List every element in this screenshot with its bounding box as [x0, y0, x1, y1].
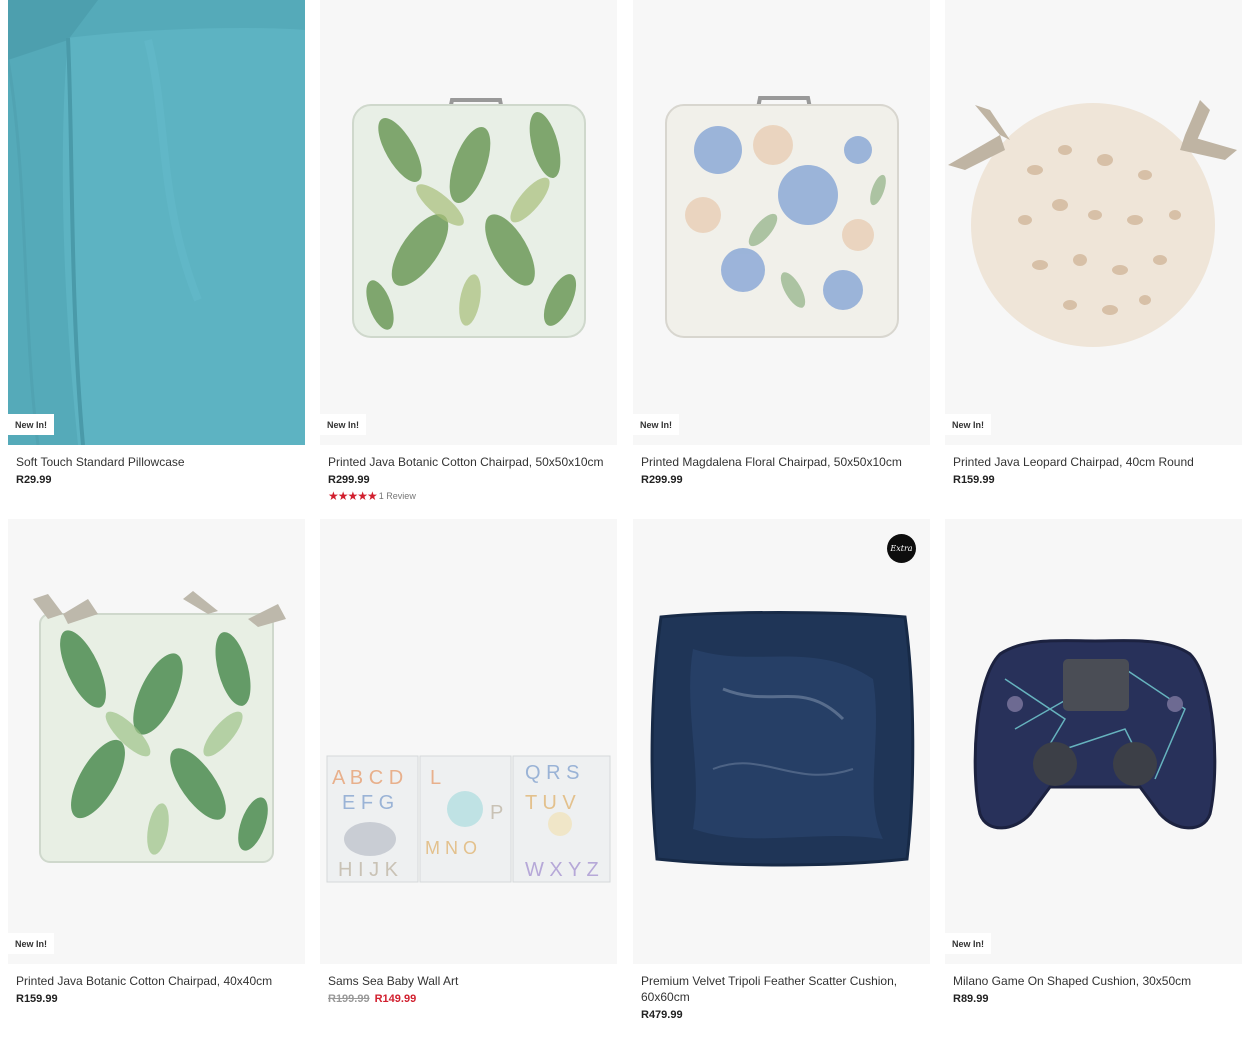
wall-art-text: E F G [342, 792, 394, 814]
was-price: R199.99 [328, 993, 370, 1005]
new-in-badge: New In! [8, 414, 55, 435]
product-image[interactable]: New In! [320, 0, 617, 445]
product-image[interactable]: New In! [633, 0, 930, 445]
wall-art-text: T U V [525, 792, 576, 814]
product-price: R299.99 [641, 474, 683, 486]
product-image[interactable]: New In! [8, 0, 305, 445]
sale-price: R149.99 [374, 993, 417, 1005]
product-title[interactable]: Soft Touch Standard Pillowcase [16, 454, 301, 470]
product-image[interactable]: A B C D E F G H I J K L P M N O Q R S T … [320, 519, 617, 964]
product-price: R199.99 R149.99 [328, 993, 416, 1005]
new-in-badge: New In! [945, 933, 992, 954]
product-price: R89.99 [953, 993, 989, 1005]
new-in-badge: New In! [320, 414, 367, 435]
product-image[interactable]: New In! [945, 0, 1242, 445]
wall-art-text: H I J K [338, 859, 399, 881]
product-price: R159.99 [16, 993, 58, 1005]
product-title[interactable]: Printed Magdalena Floral Chairpad, 50x50… [641, 454, 926, 470]
product-title[interactable]: Premium Velvet Tripoli Feather Scatter C… [641, 973, 926, 1005]
new-in-badge: New In! [633, 414, 680, 435]
star-rating-icon: ★★★★★ [328, 489, 378, 503]
wall-art-text: P [490, 802, 503, 824]
wall-art-text: M N O [425, 838, 477, 858]
product-price: R299.99 [328, 474, 370, 486]
product-title[interactable]: Printed Java Botanic Cotton Chairpad, 50… [328, 454, 613, 470]
wall-art-text: L [430, 767, 441, 789]
review-count[interactable]: 1 Review [379, 491, 416, 501]
product-image[interactable]: Extra [633, 519, 930, 964]
product-title[interactable]: Sams Sea Baby Wall Art [328, 973, 613, 989]
product-price: R29.99 [16, 474, 52, 486]
product-title[interactable]: Printed Java Botanic Cotton Chairpad, 40… [16, 973, 301, 989]
product-title[interactable]: Printed Java Leopard Chairpad, 40cm Roun… [953, 454, 1238, 470]
wall-art-text: A B C D [332, 767, 403, 789]
new-in-badge: New In! [8, 933, 55, 954]
new-in-badge: New In! [945, 414, 992, 435]
product-title[interactable]: Milano Game On Shaped Cushion, 30x50cm [953, 973, 1238, 989]
product-rating[interactable]: ★★★★★ 1 Review [328, 489, 416, 503]
wall-art-text: Q R S [525, 762, 579, 784]
product-price: R479.99 [641, 1009, 683, 1021]
product-price: R159.99 [953, 474, 995, 486]
product-image[interactable]: New In! [945, 519, 1242, 964]
extra-badge-icon: Extra [887, 534, 916, 563]
wall-art-text: W X Y Z [525, 859, 599, 881]
product-image[interactable]: New In! [8, 519, 305, 964]
